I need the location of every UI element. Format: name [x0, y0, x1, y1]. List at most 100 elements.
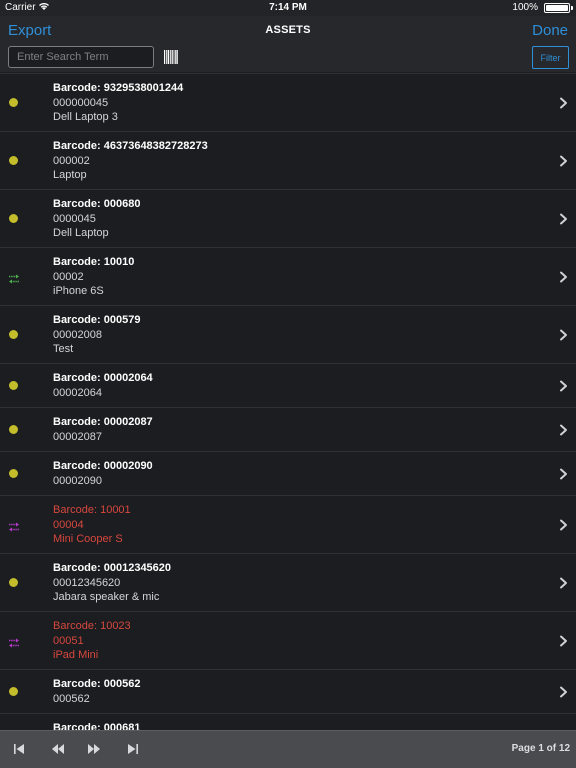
- asset-row[interactable]: Barcode: 000680 0000045 Dell Laptop: [0, 190, 576, 248]
- status-dot: [9, 469, 18, 478]
- asset-number: 0000045: [53, 213, 96, 225]
- status-dot: [9, 214, 18, 223]
- status-dot: [9, 156, 18, 165]
- navigation-bar: Export ASSETS Done: [0, 16, 576, 44]
- status-dot-icon: [8, 213, 20, 225]
- asset-name: iPad Mini: [53, 649, 99, 661]
- asset-number: 000000045: [53, 97, 109, 109]
- asset-name: Dell Laptop: [53, 227, 109, 239]
- asset-name: Jabara speaker & mic: [53, 591, 160, 603]
- asset-row[interactable]: Barcode: 10001 00004 Mini Cooper S: [0, 496, 576, 554]
- asset-row[interactable]: Barcode: 46373648382728273 000002 Laptop: [0, 132, 576, 190]
- status-dot: [9, 381, 18, 390]
- status-dot-icon: [8, 468, 20, 480]
- page-indicator: Page 1 of 12: [511, 743, 570, 754]
- asset-barcode: Barcode: 00002064: [53, 372, 153, 384]
- status-bar: Carrier 7:14 PM 100%: [0, 0, 576, 16]
- status-dot-icon: [8, 577, 20, 589]
- battery-percent: 100%: [512, 2, 538, 13]
- asset-row[interactable]: Barcode: 10010 00002 iPhone 6S: [0, 248, 576, 306]
- asset-row[interactable]: Barcode: 000562 000562: [0, 670, 576, 714]
- asset-name: Test: [53, 343, 74, 355]
- asset-number: 00012345620: [53, 577, 121, 589]
- chevron-right-icon[interactable]: [559, 155, 568, 167]
- chevron-right-icon[interactable]: [559, 635, 568, 647]
- asset-number: 00002008: [53, 329, 102, 341]
- asset-number: 000562: [53, 693, 90, 705]
- asset-row[interactable]: Barcode: 000579 00002008 Test: [0, 306, 576, 364]
- asset-number: 00051: [53, 635, 84, 647]
- transfer-arrows-svg: [9, 522, 19, 532]
- pagination-toolbar: Page 1 of 12: [0, 730, 576, 768]
- asset-barcode: Barcode: 00012345620: [53, 562, 172, 574]
- asset-barcode: Barcode: 00002090: [53, 460, 153, 472]
- chevron-right-icon[interactable]: [559, 468, 568, 480]
- chevron-right-icon[interactable]: [559, 213, 568, 225]
- asset-barcode: Barcode: 9329538001244: [53, 82, 184, 94]
- search-input[interactable]: [8, 46, 154, 68]
- first-page-icon[interactable]: [12, 742, 28, 756]
- search-bar: Filter: [0, 44, 576, 72]
- asset-barcode: Barcode: 000681: [53, 722, 141, 730]
- asset-list[interactable]: Barcode: 9329538001244 000000045 Dell Lapt…: [0, 73, 576, 730]
- asset-number: 00002090: [53, 475, 102, 487]
- status-dot: [9, 330, 18, 339]
- status-dot-icon: [8, 97, 20, 109]
- status-dot: [9, 425, 18, 434]
- asset-barcode: Barcode: 10023: [53, 620, 131, 632]
- status-dot: [9, 578, 18, 587]
- transfer-arrows-icon: [8, 635, 20, 648]
- asset-row[interactable]: Barcode: 9329538001244 000000045 Dell Lapt…: [0, 74, 576, 132]
- chevron-right-icon[interactable]: [559, 271, 568, 283]
- asset-barcode: Barcode: 46373648382728273: [53, 140, 208, 152]
- clock: 7:14 PM: [269, 2, 307, 13]
- battery-fill: [546, 5, 568, 11]
- transfer-arrows-icon: [8, 519, 20, 532]
- chevron-right-icon[interactable]: [559, 329, 568, 341]
- asset-row[interactable]: Barcode: 00012345620 00012345620 Jabara sp…: [0, 554, 576, 612]
- asset-name: Dell Laptop 3: [53, 111, 118, 123]
- status-dot: [9, 98, 18, 107]
- asset-row[interactable]: Barcode: 000681: [0, 714, 576, 730]
- barcode-scanner-icon[interactable]: [164, 50, 178, 64]
- done-button[interactable]: Done: [532, 22, 568, 39]
- transfer-arrows-svg: [9, 274, 19, 284]
- status-dot-icon: [8, 155, 20, 167]
- asset-number: 00004: [53, 519, 84, 531]
- last-page-icon[interactable]: [124, 742, 140, 756]
- asset-name: Mini Cooper S: [53, 533, 123, 545]
- asset-barcode: Barcode: 000562: [53, 678, 141, 690]
- asset-row[interactable]: Barcode: 10023 00051 iPad Mini: [0, 612, 576, 670]
- status-dot-icon: [8, 424, 20, 436]
- chevron-right-icon[interactable]: [559, 577, 568, 589]
- asset-name: Laptop: [53, 169, 87, 181]
- asset-number: 00002064: [53, 387, 102, 399]
- asset-row[interactable]: Barcode: 00002064 00002064: [0, 364, 576, 408]
- asset-number: 00002087: [53, 431, 102, 443]
- page-title: ASSETS: [265, 24, 311, 36]
- transfer-arrows-icon: [8, 271, 20, 284]
- chevron-right-icon[interactable]: [559, 519, 568, 531]
- asset-row[interactable]: Barcode: 00002087 00002087: [0, 408, 576, 452]
- status-dot: [9, 687, 18, 696]
- asset-barcode: Barcode: 10010: [53, 256, 135, 268]
- asset-barcode: Barcode: 000680: [53, 198, 141, 210]
- asset-name: iPhone 6S: [53, 285, 104, 297]
- asset-row[interactable]: Barcode: 00002090 00002090: [0, 452, 576, 496]
- chevron-right-icon[interactable]: [559, 686, 568, 698]
- asset-number: 00002: [53, 271, 84, 283]
- asset-barcode: Barcode: 10001: [53, 504, 131, 516]
- filter-button[interactable]: Filter: [532, 46, 569, 69]
- transfer-arrows-svg: [9, 638, 19, 648]
- next-page-icon[interactable]: [86, 742, 102, 756]
- status-dot-icon: [8, 329, 20, 341]
- asset-barcode: Barcode: 00002087: [53, 416, 153, 428]
- status-dot-icon: [8, 380, 20, 392]
- status-dot-icon: [8, 686, 20, 698]
- chevron-right-icon[interactable]: [559, 97, 568, 109]
- chevron-right-icon[interactable]: [559, 424, 568, 436]
- chevron-right-icon[interactable]: [559, 380, 568, 392]
- previous-page-icon[interactable]: [50, 742, 66, 756]
- battery-icon: [544, 3, 573, 13]
- asset-barcode: Barcode: 000579: [53, 314, 141, 326]
